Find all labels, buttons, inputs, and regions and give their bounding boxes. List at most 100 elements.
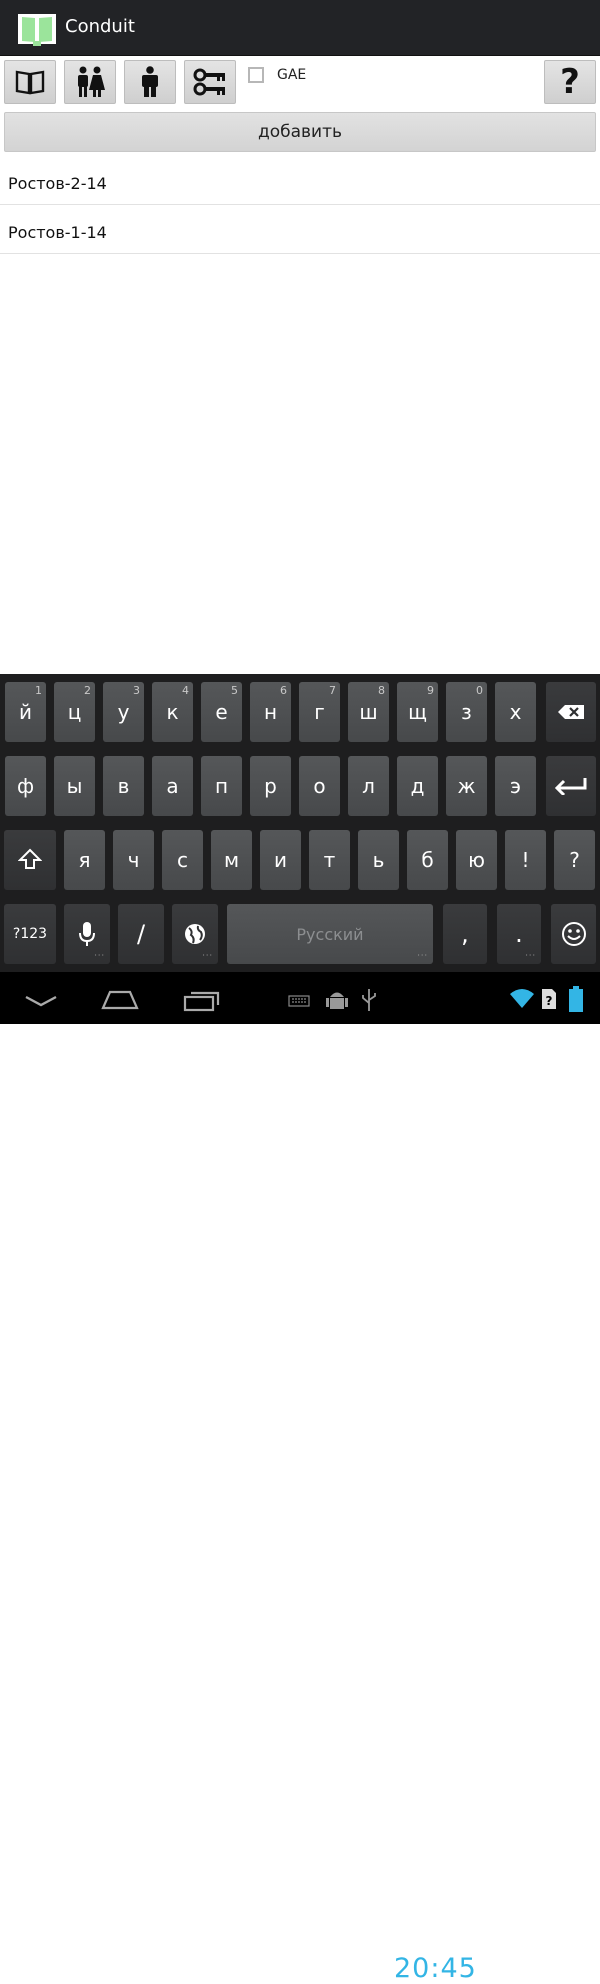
keyboard-icon — [288, 995, 310, 1007]
key-ц[interactable]: ц2 — [54, 682, 95, 742]
keys-button[interactable] — [184, 60, 236, 104]
key-label: х — [509, 700, 522, 724]
key-label: г — [314, 700, 325, 724]
key-э[interactable]: э — [495, 756, 536, 816]
key-label: ч — [127, 848, 140, 872]
key-label: щ — [408, 700, 427, 724]
key-ш[interactable]: ш8 — [348, 682, 389, 742]
key-к[interactable]: к4 — [152, 682, 193, 742]
key-label: ! — [521, 848, 530, 872]
add-button[interactable]: добавить — [4, 112, 596, 152]
space-key-label: Русский — [296, 924, 364, 944]
key-label: ь — [372, 848, 385, 872]
comma-label: , — [461, 920, 469, 948]
person-button[interactable] — [124, 60, 176, 104]
action-bar: Conduit — [0, 0, 600, 56]
list-item-label: Ростов-2-14 — [8, 174, 107, 193]
shift-icon — [18, 848, 42, 869]
key-label: ф — [16, 774, 35, 798]
key-п[interactable]: п — [201, 756, 242, 816]
voice-key[interactable]: ··· — [64, 904, 110, 964]
more-dots: ··· — [94, 951, 105, 960]
key-hint: 9 — [427, 684, 434, 697]
comma-key[interactable]: , — [443, 904, 487, 964]
key-ж[interactable]: ж — [446, 756, 487, 816]
key-label: ю — [468, 848, 485, 872]
key-label: и — [274, 848, 287, 872]
key-label: м — [223, 848, 240, 872]
key-label: д — [410, 774, 425, 798]
key-label: ж — [457, 774, 476, 798]
key-ч[interactable]: ч — [113, 830, 154, 890]
android-debug-icon — [326, 992, 348, 1009]
key-я[interactable]: я — [64, 830, 105, 890]
key-![interactable]: ! — [505, 830, 546, 890]
soft-keyboard: й1ц2у3к4е5н6г7ш8щ9з0х фывапролджэ ячсмит… — [0, 674, 600, 972]
list-item[interactable]: Ростов-1-14 — [0, 205, 600, 254]
back-icon[interactable] — [24, 994, 58, 1008]
key-г[interactable]: г7 — [299, 682, 340, 742]
key-д[interactable]: д — [397, 756, 438, 816]
svg-text:?: ? — [546, 994, 553, 1008]
enter-icon — [554, 778, 587, 795]
language-key[interactable]: ··· — [172, 904, 218, 964]
key-щ[interactable]: щ9 — [397, 682, 438, 742]
emoji-key[interactable] — [551, 904, 596, 964]
recents-icon[interactable] — [183, 988, 221, 1012]
key-ы[interactable]: ы — [54, 756, 95, 816]
key-с[interactable]: с — [162, 830, 203, 890]
key-е[interactable]: е5 — [201, 682, 242, 742]
key-в[interactable]: в — [103, 756, 144, 816]
key-о[interactable]: о — [299, 756, 340, 816]
key-н[interactable]: н6 — [250, 682, 291, 742]
key-label: у — [117, 700, 130, 724]
key-hint: 7 — [329, 684, 336, 697]
key-у[interactable]: у3 — [103, 682, 144, 742]
key-з[interactable]: з0 — [446, 682, 487, 742]
home-icon[interactable] — [100, 988, 140, 1010]
symbols-key[interactable]: ?123 — [4, 904, 56, 964]
key-л[interactable]: л — [348, 756, 389, 816]
key-а[interactable]: а — [152, 756, 193, 816]
period-label: . — [515, 920, 523, 948]
enter-key[interactable] — [546, 756, 596, 816]
key-label: в — [117, 774, 130, 798]
no-sim-icon: ? — [542, 989, 556, 1009]
key-hint: 2 — [84, 684, 91, 697]
couple-button[interactable] — [64, 60, 116, 104]
space-key[interactable]: Русский ··· — [227, 904, 433, 964]
book-icon — [15, 70, 45, 95]
slash-key[interactable]: / — [118, 904, 164, 964]
key-и[interactable]: и — [260, 830, 301, 890]
key-label: я — [78, 848, 91, 872]
key-ю[interactable]: ю — [456, 830, 497, 890]
backspace-icon — [558, 705, 584, 719]
backspace-key[interactable] — [546, 682, 596, 742]
key-х[interactable]: х — [495, 682, 536, 742]
key-label: п — [214, 774, 229, 798]
key-?[interactable]: ? — [554, 830, 595, 890]
people-icon — [78, 66, 105, 97]
list-item[interactable]: Ростов-2-14 — [0, 156, 600, 205]
key-й[interactable]: й1 — [5, 682, 46, 742]
key-hint: 1 — [35, 684, 42, 697]
key-т[interactable]: т — [309, 830, 350, 890]
key-label: й — [19, 700, 32, 724]
key-б[interactable]: б — [407, 830, 448, 890]
book-button[interactable] — [4, 60, 56, 104]
key-label: т — [323, 848, 336, 872]
key-р[interactable]: р — [250, 756, 291, 816]
period-key[interactable]: . ··· — [497, 904, 541, 964]
help-button[interactable]: ? — [544, 60, 596, 104]
key-label: к — [166, 700, 179, 724]
key-ф[interactable]: ф — [5, 756, 46, 816]
shift-key[interactable] — [4, 830, 56, 890]
key-м[interactable]: м — [211, 830, 252, 890]
book-app-icon[interactable] — [18, 12, 56, 46]
key-label: б — [421, 848, 434, 872]
key-hint: 8 — [378, 684, 385, 697]
key-ь[interactable]: ь — [358, 830, 399, 890]
gae-checkbox[interactable] — [248, 67, 264, 83]
key-hint: 4 — [182, 684, 189, 697]
usb-icon — [362, 989, 376, 1011]
